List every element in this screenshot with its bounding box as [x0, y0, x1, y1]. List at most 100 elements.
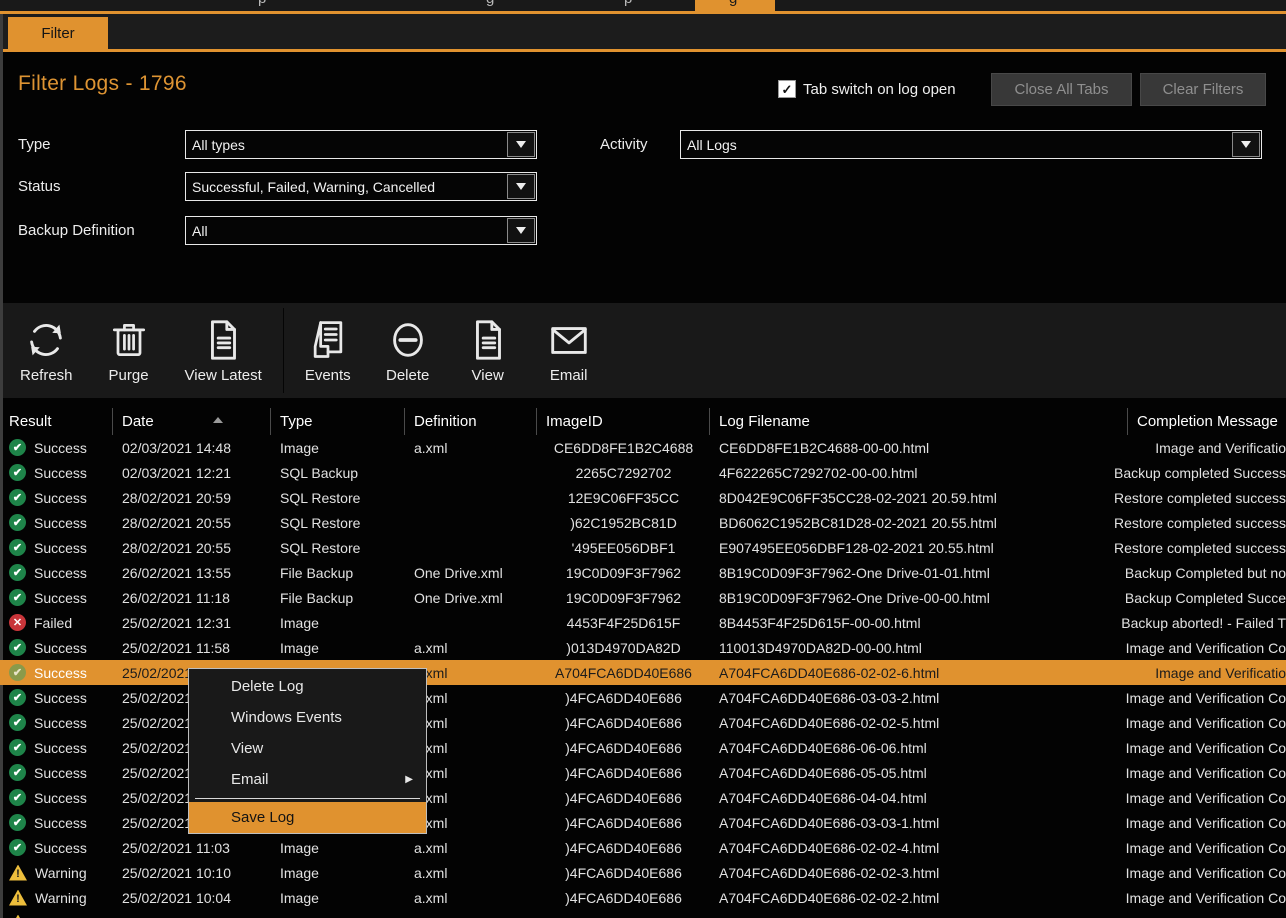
- table-row[interactable]: ✔Success02/03/2021 14:48Imagea.xmlCE6DD8…: [0, 435, 1286, 460]
- clear-filters-button[interactable]: Clear Filters: [1140, 73, 1266, 106]
- column-header-completion-message[interactable]: Completion Message: [1128, 408, 1286, 435]
- menu-item-email[interactable]: Email▶: [189, 764, 426, 795]
- table-row[interactable]: !Warning25/02/2021 10:10Imagea.xml)4FCA6…: [0, 860, 1286, 885]
- tab-filter[interactable]: Filter: [8, 17, 108, 49]
- chevron-down-icon[interactable]: [1232, 132, 1260, 157]
- menu-item-delete-log[interactable]: Delete Log: [189, 671, 426, 702]
- table-row[interactable]: ✔Success28/02/2021 20:59SQL Restore12E9C…: [0, 485, 1286, 510]
- chevron-down-icon[interactable]: [507, 132, 535, 157]
- table-row[interactable]: !Warning25/02/2021 09:58Imagea.xml)4FCA6…: [0, 910, 1286, 918]
- column-header-log-filename[interactable]: Log Filename: [710, 408, 1128, 435]
- table-row[interactable]: !Warning25/02/2021 10:04Imagea.xml)4FCA6…: [0, 885, 1286, 910]
- chevron-down-icon[interactable]: [507, 174, 535, 199]
- toolbar-button-label: Events: [305, 367, 351, 384]
- log-filename-cell: CE6DD8FE1B2C4688-00-00.html: [710, 440, 1128, 456]
- table-row[interactable]: ✔Success02/03/2021 12:21SQL Backup2265C7…: [0, 460, 1286, 485]
- completion-message-cell: Image and Verification Co: [1128, 890, 1286, 906]
- completion-message-cell: Backup Completed but no: [1128, 565, 1286, 581]
- refresh-button[interactable]: Refresh: [3, 317, 90, 384]
- view-button[interactable]: View: [448, 317, 528, 384]
- imageid-cell: )4FCA6DD40E686: [537, 740, 710, 756]
- completion-message-cell: Backup Completed Succe: [1128, 590, 1286, 606]
- imageid-cell: '495EE056DBF1: [537, 540, 710, 556]
- delete-button[interactable]: Delete: [368, 317, 448, 384]
- table-row[interactable]: ✔Success25/02/2021 11:58Imagea.xml)013D4…: [0, 635, 1286, 660]
- menu-item-save-log[interactable]: Save Log: [189, 802, 426, 833]
- result-cell: ✔Success: [0, 689, 113, 706]
- toolbar-button-label: Refresh: [20, 367, 73, 384]
- success-icon: ✔: [9, 714, 26, 731]
- result-cell: !Warning: [0, 890, 113, 906]
- type-label: Type: [18, 136, 51, 153]
- imageid-cell: )4FCA6DD40E686: [537, 915, 710, 918]
- date-cell: 25/02/2021 12:31: [113, 615, 271, 631]
- toolbar-separator: [283, 308, 284, 393]
- date-cell: 25/02/2021 11:03: [113, 840, 271, 856]
- chevron-down-icon[interactable]: [507, 218, 535, 243]
- activity-select-value: All Logs: [681, 131, 1231, 158]
- tab-switch-checkbox[interactable]: ✓ Tab switch on log open: [778, 80, 956, 98]
- sort-ascending-icon: [213, 417, 223, 423]
- status-select-value: Successful, Failed, Warning, Cancelled: [186, 173, 506, 200]
- type-cell: Image: [271, 865, 405, 881]
- imageid-cell: 2265C7292702: [537, 465, 710, 481]
- type-cell: Image: [271, 440, 405, 456]
- imageid-cell: )4FCA6DD40E686: [537, 865, 710, 881]
- column-header-date[interactable]: Date: [113, 408, 271, 435]
- column-header-type[interactable]: Type: [271, 408, 405, 435]
- backup-definition-select-value: All: [186, 217, 506, 244]
- completion-message-text: Backup Completed but no: [1125, 565, 1286, 581]
- result-cell: ✔Success: [0, 739, 113, 756]
- completion-message-cell: Restore completed success: [1128, 540, 1286, 556]
- menu-item-view[interactable]: View: [189, 733, 426, 764]
- completion-message-text: Image and Verification Co: [1126, 765, 1286, 781]
- result-label: Success: [34, 440, 87, 456]
- refresh-icon: [23, 317, 69, 363]
- result-label: Success: [34, 540, 87, 556]
- menu-separator: [195, 798, 420, 799]
- activity-select[interactable]: All Logs: [680, 130, 1262, 159]
- log-filename-cell: 8B19C0D09F3F7962-One Drive-01-01.html: [710, 565, 1128, 581]
- email-button[interactable]: Email: [528, 317, 610, 384]
- table-row[interactable]: ✔Success26/02/2021 11:18File BackupOne D…: [0, 585, 1286, 610]
- table-row[interactable]: ✕Failed25/02/2021 12:31Image4453F4F25D61…: [0, 610, 1286, 635]
- imageid-cell: )4FCA6DD40E686: [537, 840, 710, 856]
- completion-message-cell: Image and Verification Co: [1128, 765, 1286, 781]
- success-icon: ✔: [9, 689, 26, 706]
- purge-button[interactable]: Purge: [90, 317, 168, 384]
- result-label: Success: [34, 715, 87, 731]
- table-row[interactable]: ✔Success26/02/2021 13:55File BackupOne D…: [0, 560, 1286, 585]
- date-cell: 25/02/2021 09:58: [113, 915, 271, 918]
- completion-message-text: Backup completed Success: [1114, 465, 1286, 481]
- column-header-definition[interactable]: Definition: [405, 408, 537, 435]
- log-filename-cell: A704FCA6DD40E686-03-03-1.html: [710, 815, 1128, 831]
- column-header-result[interactable]: Result: [0, 408, 113, 435]
- completion-message-cell: Image and Verificatio: [1128, 440, 1286, 456]
- backup-definition-select[interactable]: All: [185, 216, 537, 245]
- result-cell: ✔Success: [0, 489, 113, 506]
- checkbox-label: Tab switch on log open: [803, 81, 956, 98]
- date-cell: 25/02/2021 10:04: [113, 890, 271, 906]
- events-button[interactable]: Events: [288, 317, 368, 384]
- table-row[interactable]: ✔Success28/02/2021 20:55SQL Restore'495E…: [0, 535, 1286, 560]
- date-cell: 26/02/2021 13:55: [113, 565, 271, 581]
- table-row[interactable]: ✔Success25/02/2021 11:03Imagea.xml)4FCA6…: [0, 835, 1286, 860]
- result-cell: !Warning: [0, 915, 113, 918]
- completion-message-cell: Image and Verification Co: [1128, 815, 1286, 831]
- imageid-cell: 4453F4F25D615F: [537, 615, 710, 631]
- type-select[interactable]: All types: [185, 130, 537, 159]
- completion-message-cell: Image and Verification Co: [1128, 740, 1286, 756]
- table-row[interactable]: ✔Success28/02/2021 20:55SQL Restore)62C1…: [0, 510, 1286, 535]
- close-all-tabs-button[interactable]: Close All Tabs: [991, 73, 1132, 106]
- log-filename-cell: 8B19C0D09F3F7962-One Drive-00-00.html: [710, 590, 1128, 606]
- toolbar-button-label: View Latest: [185, 367, 262, 384]
- status-select[interactable]: Successful, Failed, Warning, Cancelled: [185, 172, 537, 201]
- imageid-cell: CE6DD8FE1B2C4688: [537, 440, 710, 456]
- completion-message-text: Image and Verification Co: [1126, 790, 1286, 806]
- column-header-imageid[interactable]: ImageID: [537, 408, 710, 435]
- warning-icon: !: [9, 915, 27, 918]
- view-latest-button[interactable]: View Latest: [168, 317, 279, 384]
- log-filename-cell: A704FCA6DD40E686-05-05.html: [710, 765, 1128, 781]
- status-label: Status: [18, 178, 61, 195]
- menu-item-windows-events[interactable]: Windows Events: [189, 702, 426, 733]
